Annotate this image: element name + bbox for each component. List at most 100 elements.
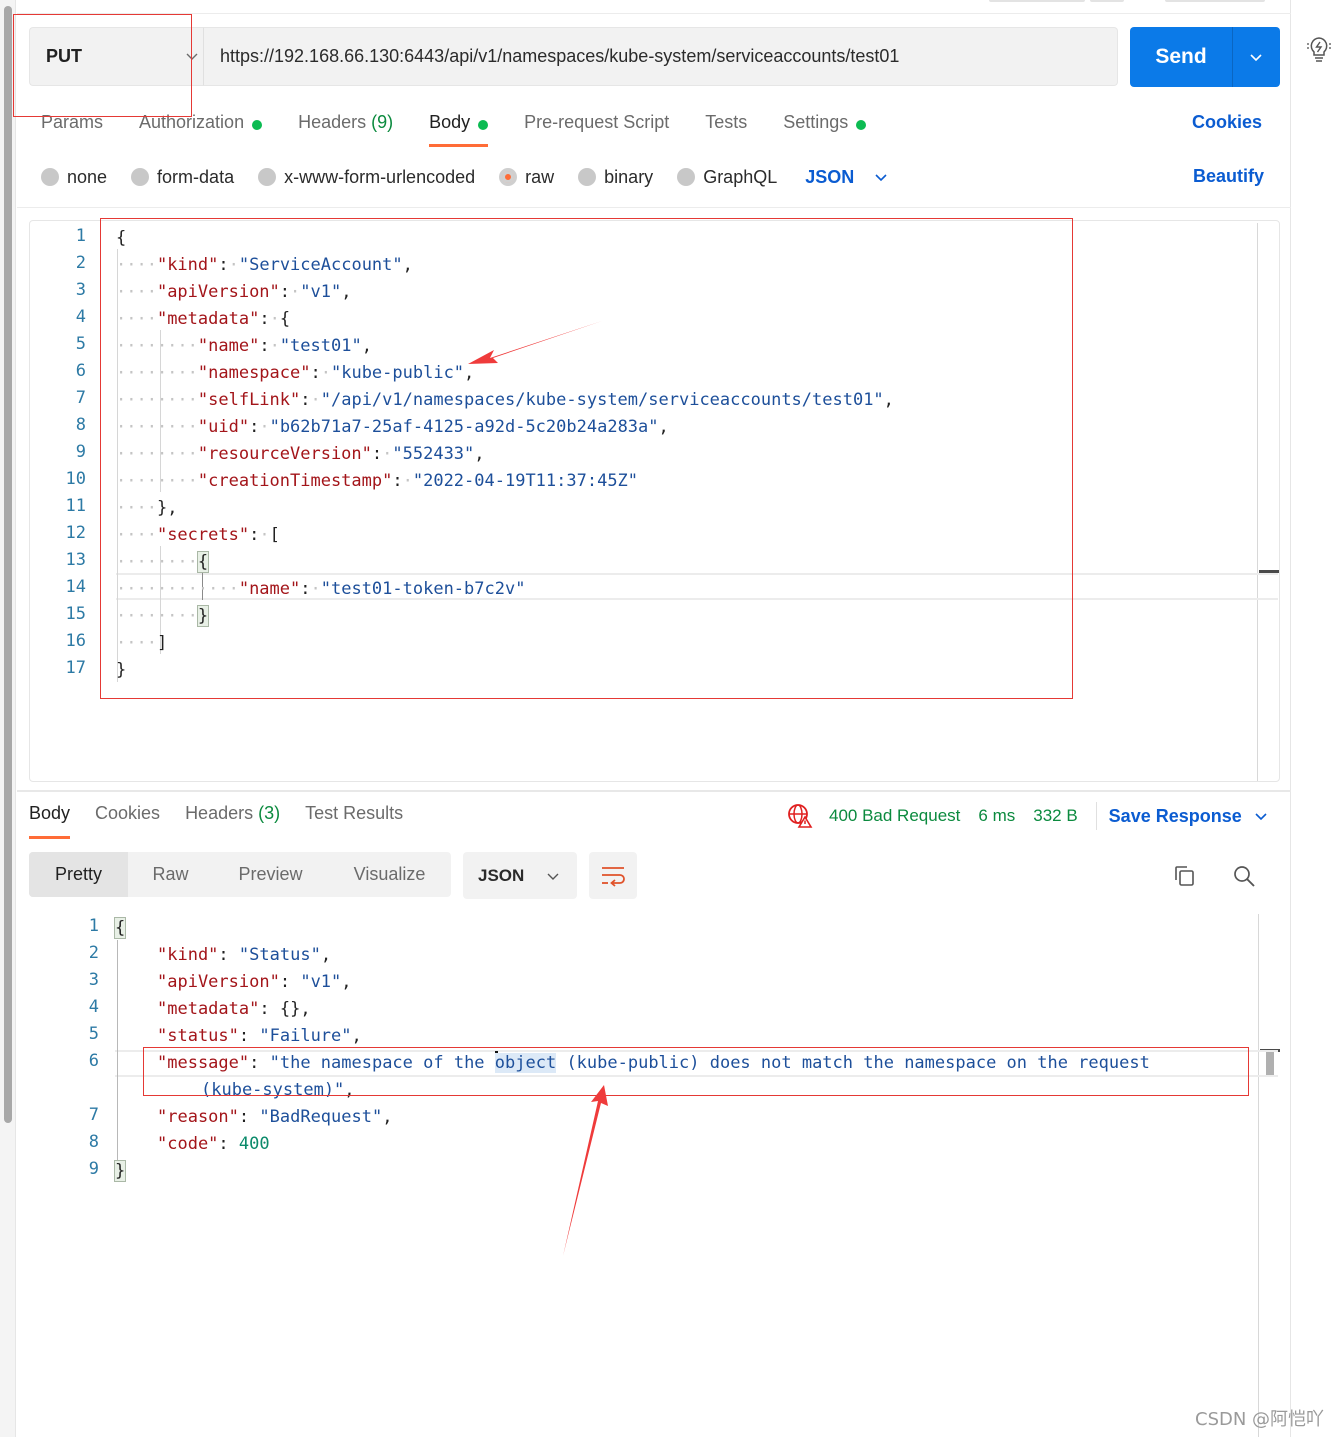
- globe-warning-icon[interactable]: [787, 803, 813, 829]
- code-line: ····},: [116, 498, 178, 518]
- save-response-label: Save Response: [1108, 805, 1242, 826]
- raw-format-select[interactable]: JSON: [805, 167, 888, 188]
- status-dot: [478, 120, 489, 130]
- radio-label: GraphQL: [703, 166, 778, 187]
- line-number: 10: [65, 469, 86, 489]
- response-view-tabs: Pretty Raw Preview Visualize: [29, 852, 451, 897]
- method-value: PUT: [46, 46, 82, 66]
- code-line: }: [113, 1160, 127, 1182]
- wrap-lines-button[interactable]: [589, 852, 637, 899]
- view-preview[interactable]: Preview: [213, 852, 328, 897]
- tab-label: Headers: [185, 803, 254, 823]
- tab-params[interactable]: Params: [41, 110, 103, 150]
- line-number: 4: [88, 997, 99, 1017]
- tab-label: Settings: [783, 112, 849, 132]
- radio-circle: [131, 168, 150, 186]
- copy-button[interactable]: [1169, 861, 1199, 891]
- editor-scrollbar[interactable]: [1257, 223, 1258, 781]
- line-number: 6: [88, 1051, 99, 1071]
- tab-label: Headers: [298, 112, 367, 132]
- left-scrollbar[interactable]: [0, 0, 16, 1437]
- url-value: https://192.168.66.130:6443/api/v1/names…: [220, 46, 900, 66]
- tab-label: Pre-request Script: [524, 112, 670, 132]
- request-panel: PUT https://192.168.66.130:6443/api/v1/n…: [17, 0, 1291, 1437]
- chevron-down-icon: [875, 174, 887, 182]
- resp-tab-test-results[interactable]: Test Results: [305, 803, 403, 843]
- top-stub: [989, 0, 1085, 2]
- resp-tab-cookies[interactable]: Cookies: [95, 803, 160, 843]
- search-button[interactable]: [1229, 861, 1259, 891]
- left-scrollbar-thumb[interactable]: [4, 6, 12, 1123]
- lightbulb-icon[interactable]: [1306, 34, 1332, 64]
- tab-label: Body: [429, 112, 471, 132]
- body-type-radios: none form-data x-www-form-urlencoded raw…: [41, 164, 888, 190]
- status-code[interactable]: 400 Bad Request: [829, 806, 960, 826]
- send-button[interactable]: Send: [1130, 27, 1280, 87]
- response-time[interactable]: 6 ms: [978, 806, 1015, 826]
- radio-binary[interactable]: binary: [578, 167, 653, 188]
- radio-raw[interactable]: raw: [499, 167, 554, 188]
- line-number: 17: [65, 658, 86, 678]
- view-raw[interactable]: Raw: [128, 852, 213, 897]
- cookies-link[interactable]: Cookies: [1192, 112, 1262, 133]
- radio-circle: [41, 168, 59, 186]
- method-select[interactable]: PUT: [29, 27, 203, 86]
- line-number: 5: [75, 334, 86, 354]
- tab-authorization[interactable]: Authorization: [139, 110, 263, 150]
- resp-tab-headers[interactable]: Headers (3): [185, 803, 280, 843]
- radio-label: none: [67, 166, 108, 187]
- code-line: "code": 400: [157, 1134, 270, 1154]
- view-visualize[interactable]: Visualize: [328, 852, 451, 897]
- tab-tests[interactable]: Tests: [705, 110, 747, 150]
- radio-form-data[interactable]: form-data: [131, 167, 234, 188]
- send-separator: [1232, 27, 1233, 87]
- code-line: "reason": "BadRequest",: [157, 1107, 393, 1127]
- radio-label: form-data: [157, 166, 235, 187]
- response-scrollbar[interactable]: [1258, 914, 1259, 1437]
- code-line: "kind": "Status",: [157, 945, 332, 965]
- line-number: 16: [65, 631, 86, 651]
- line-number: 13: [65, 550, 86, 570]
- radio-label: raw: [525, 166, 555, 187]
- chevron-down-icon[interactable]: [1249, 50, 1263, 64]
- divider: [17, 790, 1291, 792]
- radio-none[interactable]: none: [41, 167, 107, 188]
- code-line: ········"uid":·"b62b71a7-25af-4125-a92d-…: [116, 417, 669, 437]
- request-body-editor[interactable]: 1 {2 ····"kind":·"ServiceAccount", 3 ····"ap…: [29, 220, 1280, 782]
- radio-x-www-form-urlencoded[interactable]: x-www-form-urlencoded: [258, 167, 475, 188]
- tab-body[interactable]: Body: [429, 110, 489, 150]
- tab-settings[interactable]: Settings: [783, 110, 867, 150]
- search-icon: [1234, 866, 1255, 887]
- line-number: 7: [75, 388, 86, 408]
- code-line: ········"name":·"test01",: [116, 336, 372, 356]
- url-input[interactable]: https://192.168.66.130:6443/api/v1/names…: [203, 27, 1118, 86]
- view-pretty[interactable]: Pretty: [29, 852, 128, 897]
- radio-graphql[interactable]: GraphQL: [677, 167, 777, 188]
- status-dot: [252, 120, 263, 130]
- code-line: ····"metadata":·{: [116, 309, 291, 329]
- line-number: 3: [88, 970, 99, 990]
- response-format-value: JSON: [478, 865, 525, 885]
- top-stub: [1165, 0, 1265, 2]
- beautify-link[interactable]: Beautify: [1193, 166, 1264, 187]
- tab-label: Test Results: [305, 803, 404, 823]
- response-tabs: Body Cookies Headers (3) Test Results: [29, 803, 428, 843]
- wrap-lines-icon: [602, 866, 625, 887]
- watermark: CSDN @阿恺吖: [1195, 1409, 1325, 1430]
- save-response-button[interactable]: Save Response: [1109, 806, 1268, 827]
- response-format-select[interactable]: JSON: [463, 852, 577, 899]
- tab-headers[interactable]: Headers (9): [298, 110, 393, 150]
- response-body-viewer[interactable]: 1 {2 "kind": "Status", 3 "apiVersion": "v1",…: [29, 914, 1280, 1437]
- tab-pre-request-script[interactable]: Pre-request Script: [524, 110, 669, 150]
- send-label: Send: [1155, 45, 1207, 68]
- code-line: "message": "the namespace of the object …: [157, 1051, 1150, 1073]
- code-line: "metadata": {},: [157, 999, 311, 1019]
- separator: [1095, 802, 1097, 830]
- radio-label: binary: [604, 166, 654, 187]
- response-size[interactable]: 332 B: [1033, 806, 1077, 826]
- code-line: ········"creationTimestamp":·"2022-04-19…: [116, 471, 639, 491]
- code-line: ········"selfLink":·"/api/v1/namespaces/…: [116, 390, 894, 410]
- indent-guide: [117, 940, 118, 1173]
- resp-tab-body[interactable]: Body: [29, 803, 71, 843]
- code-line: ····]: [116, 633, 168, 653]
